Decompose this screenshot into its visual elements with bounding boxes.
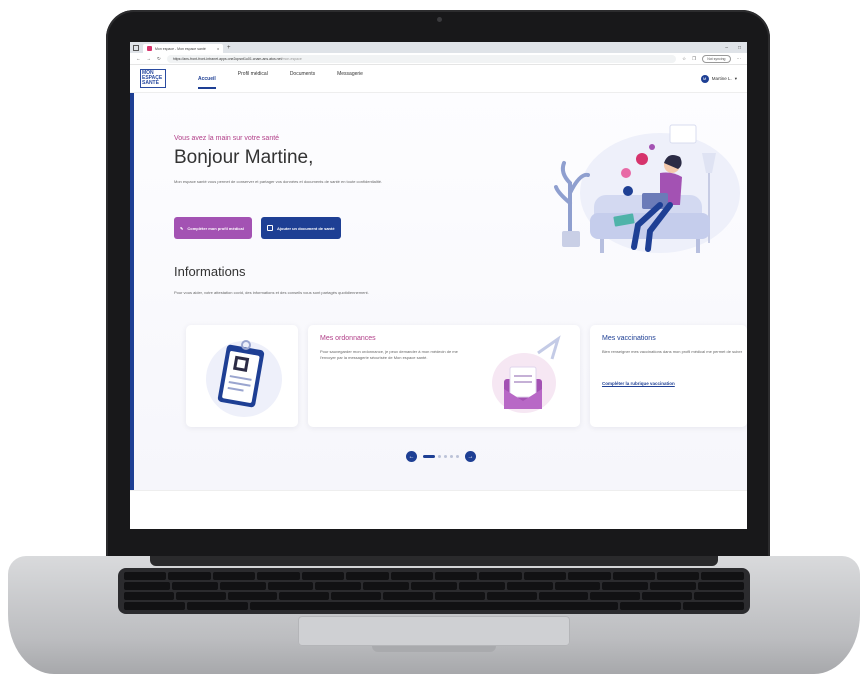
informations-subtitle: Pour vous aider, votre attestation covid… <box>174 290 369 295</box>
hero-kicker: Vous avez la main sur votre santé <box>174 135 280 142</box>
nav-messagerie[interactable]: Messagerie <box>337 71 363 89</box>
carousel-dot[interactable] <box>438 455 441 458</box>
laptop-hinge <box>150 556 718 566</box>
collections-icon[interactable]: ❐ <box>692 56 696 62</box>
back-icon[interactable]: ← <box>136 56 141 61</box>
complete-profile-button[interactable]: ✎ Compléter mon profil médical <box>174 217 252 239</box>
browser-tab-bar: Mon espace - Mon espace santé x + – □ <box>130 42 747 53</box>
carousel-prev-button[interactable]: ← <box>406 451 417 462</box>
card-ordonnances-text: Pour sauvegarder mon ordonnance, je peux… <box>320 349 458 360</box>
app-header: MON ESPACE SANTÉ Accueil Profil médical … <box>130 65 747 93</box>
window-controls: – □ <box>725 45 747 51</box>
chevron-down-icon: ▾ <box>734 75 737 81</box>
mon-espace-sante-logo[interactable]: MON ESPACE SANTÉ <box>140 69 166 88</box>
forward-icon[interactable]: → <box>147 56 152 61</box>
laptop-mockup: Mon espace - Mon espace santé x + – □ ← … <box>0 0 868 684</box>
screen-bottom-blank <box>130 490 747 529</box>
main-nav: Accueil Profil médical Documents Message… <box>198 69 363 89</box>
url-main: https://ans-front-front-intranet.apps.on… <box>172 56 282 61</box>
card-vaccinations-text: Bien renseigner mes vaccinations dans mo… <box>602 349 742 354</box>
user-menu[interactable]: M Martine L. ▾ <box>700 74 737 83</box>
info-card-vaccinations[interactable]: Mes vaccinations Bien renseigner mes vac… <box>590 325 747 427</box>
address-bar: ← → ↻ https://ans-front-front-intranet.a… <box>130 53 747 65</box>
envelope-illustration <box>492 335 561 413</box>
nav-profil-medical[interactable]: Profil médical <box>238 71 268 89</box>
carousel-dot[interactable] <box>450 455 453 458</box>
logo-line-3: SANTÉ <box>142 80 159 86</box>
document-icon <box>267 225 273 231</box>
favorite-star-icon[interactable]: ☆ <box>682 56 686 62</box>
add-document-label: Ajouter un document de santé <box>277 225 335 231</box>
tab-actions-icon[interactable] <box>133 44 139 51</box>
complete-vaccination-link[interactable]: Compléter la rubrique vaccination <box>602 381 675 386</box>
page-title: Bonjour Martine, <box>174 147 314 168</box>
tab-title: Mon espace - Mon espace santé <box>155 46 206 51</box>
laptop-screen: Mon espace - Mon espace santé x + – □ ← … <box>130 42 747 529</box>
info-card-ordonnances[interactable]: Mes ordonnances Pour sauvegarder mon ord… <box>308 325 580 427</box>
webcam <box>437 17 442 22</box>
tab-close-icon[interactable]: x <box>217 47 219 51</box>
avatar: M <box>700 74 709 83</box>
add-document-button[interactable]: Ajouter un document de santé <box>261 217 341 239</box>
carousel-dot[interactable] <box>456 455 459 458</box>
laptop-lip <box>372 646 496 652</box>
clipboard-qr-illustration <box>206 340 282 417</box>
browser-tab[interactable]: Mon espace - Mon espace santé x <box>143 44 223 53</box>
complete-profile-label: Compléter mon profil médical <box>187 225 244 231</box>
card-vaccinations-title: Mes vaccinations <box>602 335 656 342</box>
card-ordonnances-title: Mes ordonnances <box>320 335 376 342</box>
woman-on-sofa-illustration <box>554 124 740 253</box>
reload-icon[interactable]: ↻ <box>157 56 161 62</box>
info-card-qr[interactable] <box>186 325 298 427</box>
keyboard <box>118 568 750 614</box>
new-tab-button[interactable]: + <box>227 45 231 51</box>
maximize-button[interactable]: □ <box>738 45 741 51</box>
left-accent-bar <box>130 93 134 490</box>
sync-button[interactable]: Not syncing <box>702 54 731 63</box>
url-path: /mon-espace <box>281 56 302 61</box>
carousel-dots <box>423 455 459 458</box>
hero-intro: Mon espace santé vous permet de conserve… <box>174 179 383 184</box>
url-field[interactable]: https://ans-front-front-intranet.apps.on… <box>166 54 677 63</box>
more-menu-icon[interactable]: ⋯ <box>737 56 742 62</box>
carousel-dot-active[interactable] <box>423 455 435 458</box>
user-name: Martine L. <box>711 76 732 81</box>
nav-accueil[interactable]: Accueil <box>198 76 216 89</box>
trackpad <box>298 616 570 646</box>
profile-icon: ✎ <box>180 225 184 231</box>
carousel-pager: ← → <box>406 451 476 462</box>
favicon-icon <box>147 46 152 51</box>
carousel-dot[interactable] <box>444 455 447 458</box>
informations-title: Informations <box>174 264 246 279</box>
home-page: Vous avez la main sur votre santé Bonjou… <box>130 93 747 490</box>
sync-label: Not syncing <box>707 56 726 61</box>
minimize-button[interactable]: – <box>725 45 728 51</box>
nav-documents[interactable]: Documents <box>290 71 315 89</box>
carousel-next-button[interactable]: → <box>465 451 476 462</box>
